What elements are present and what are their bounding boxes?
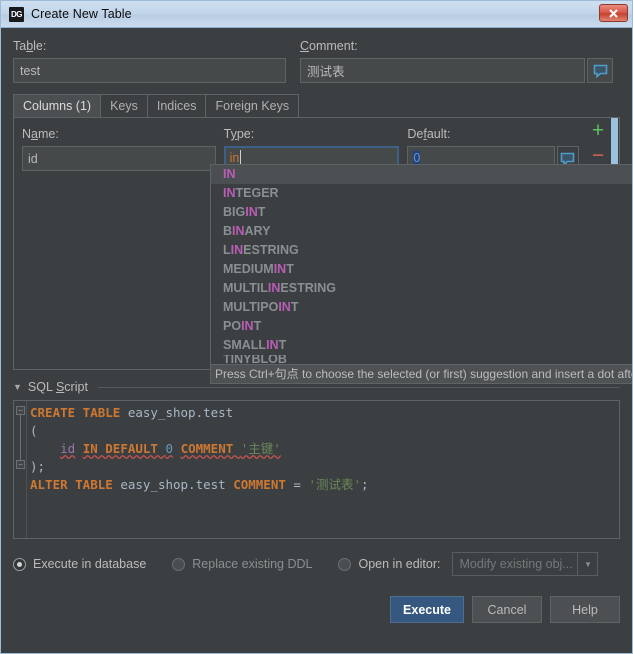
completion-item[interactable]: BIGINT — [211, 203, 632, 222]
cancel-button[interactable]: Cancel — [472, 596, 542, 623]
column-default-text: 0 — [413, 151, 421, 165]
sql-script-title: SQL Script — [27, 380, 88, 394]
window-title: Create New Table — [31, 7, 132, 21]
completion-item[interactable]: BINARY — [211, 222, 632, 241]
add-column-button[interactable]: + — [592, 120, 604, 143]
table-field-group: Table: — [13, 38, 286, 83]
completion-item[interactable]: LINESTRING — [211, 241, 632, 260]
completion-item[interactable]: TINYBLOB — [211, 355, 632, 364]
default-label: Default: — [407, 127, 451, 141]
completion-item[interactable]: IN — [211, 165, 632, 184]
sql-code-line: ( — [30, 423, 38, 438]
name-column-group: Name: — [22, 126, 216, 171]
completion-item[interactable]: MEDIUMINT — [211, 260, 632, 279]
table-comment-input[interactable] — [300, 58, 585, 83]
label-execute-in-database: Execute in database — [33, 557, 147, 571]
completion-item[interactable]: INTEGER — [211, 184, 632, 203]
column-type-text: in — [229, 151, 240, 165]
text-caret — [240, 150, 242, 164]
radio-replace-existing-ddl[interactable] — [172, 557, 186, 571]
header-divider — [97, 386, 620, 388]
add-remove-column-group: + − — [585, 120, 611, 168]
close-icon — [609, 8, 618, 18]
comment-label: Comment: — [300, 39, 358, 53]
logo-text: DG — [11, 9, 23, 19]
comment-field-group: Comment: — [300, 38, 613, 83]
completion-item[interactable]: POINT — [211, 317, 632, 336]
create-new-table-dialog: DG Create New Table Table: Comment: — [0, 0, 633, 654]
editor-target-select[interactable]: Modify existing obj... ▼ — [452, 552, 599, 576]
sql-script-section: ▼ SQL Script − − CREATE TABLE easy_shop.… — [13, 379, 620, 539]
option-open-in-editor[interactable]: Open in editor: — [338, 557, 440, 571]
editor-target-value: Modify existing obj... — [459, 557, 573, 571]
type-label: Type: — [223, 127, 255, 141]
editor-tabs: Columns (1) Keys Indices Foreign Keys — [13, 94, 620, 118]
tab-foreign-keys[interactable]: Foreign Keys — [205, 94, 300, 117]
radio-execute-in-database[interactable] — [13, 557, 26, 571]
editor-gutter: − − — [14, 401, 27, 538]
radio-open-in-editor[interactable] — [338, 557, 352, 571]
table-and-comment-row: Table: Comment: — [13, 38, 620, 83]
title-bar: DG Create New Table — [1, 1, 632, 28]
sql-code-line: CREATE TABLE easy_shop.test — [30, 405, 234, 420]
help-button[interactable]: Help — [550, 596, 620, 623]
completion-item[interactable]: SMALLINT — [211, 336, 632, 355]
completion-item-list[interactable]: IN INTEGER BIGINT BINARY LINESTRING MEDIUMINT… — [211, 165, 632, 364]
execution-options-row: Execute in database Replace existing DDL… — [13, 552, 620, 576]
table-name-input[interactable] — [13, 58, 286, 83]
close-button[interactable] — [599, 4, 628, 22]
dialog-bottom-strip — [1, 649, 632, 653]
completion-hint: Press Ctrl+句点 to choose the selected (or… — [211, 364, 632, 383]
sql-code-line: ); — [30, 459, 46, 474]
completion-item[interactable]: MULTILINESTRING — [211, 279, 632, 298]
dialog-button-row: Execute Cancel Help — [13, 596, 620, 623]
tab-columns[interactable]: Columns (1) — [13, 94, 102, 117]
sql-code-line: ALTER TABLE easy_shop.test COMMENT = '测试… — [30, 477, 369, 492]
speech-bubble-icon — [593, 64, 607, 78]
fold-region-line — [20, 415, 21, 460]
label-open-in-editor: Open in editor: — [358, 557, 441, 571]
datagrip-logo-icon: DG — [9, 6, 24, 22]
triangle-down-icon[interactable]: ▼ — [13, 382, 22, 392]
completion-item[interactable]: MULTIPOINT — [211, 298, 632, 317]
option-replace-existing-ddl[interactable]: Replace existing DDL — [172, 557, 312, 571]
fold-region-start-icon[interactable]: − — [16, 406, 25, 415]
fold-region-end-icon[interactable]: − — [16, 460, 25, 469]
tab-indices[interactable]: Indices — [146, 94, 207, 117]
execute-button[interactable]: Execute — [390, 596, 464, 623]
sql-code-line: id IN DEFAULT 0 COMMENT '主键' — [60, 441, 281, 456]
name-label: Name: — [22, 127, 59, 141]
option-execute-in-database[interactable]: Execute in database — [13, 557, 146, 571]
sql-script-editor[interactable]: − − CREATE TABLE easy_shop.test ( id IN D… — [13, 400, 620, 539]
tab-keys[interactable]: Keys — [100, 94, 148, 117]
label-replace-existing-ddl: Replace existing DDL — [192, 557, 313, 571]
column-name-input[interactable] — [22, 146, 216, 171]
type-completion-popup[interactable]: IN INTEGER BIGINT BINARY LINESTRING MEDIUMINT… — [210, 164, 632, 384]
table-label: Table: — [13, 39, 47, 53]
sql-code-text: CREATE TABLE easy_shop.test ( id IN DEFAU… — [27, 401, 619, 538]
chevron-down-icon[interactable]: ▼ — [577, 553, 597, 575]
comment-expand-button[interactable] — [587, 58, 613, 83]
